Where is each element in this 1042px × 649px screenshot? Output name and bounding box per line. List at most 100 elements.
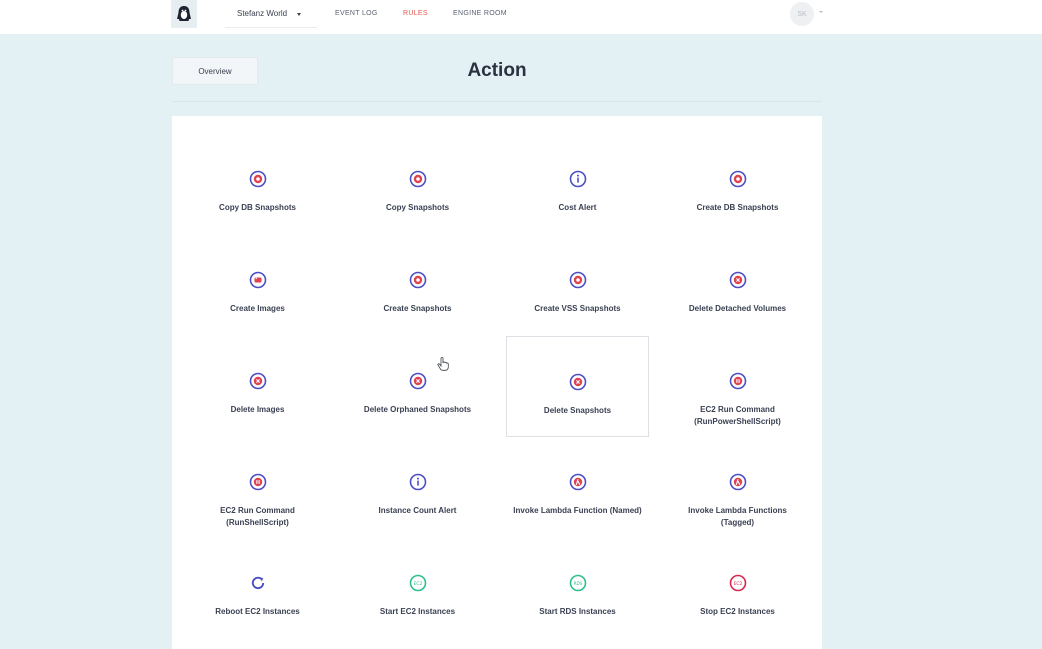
action-label-line: Copy Snapshots	[385, 203, 450, 212]
action-label-line: EC2 Run Command	[700, 405, 775, 414]
snapshot-icon	[409, 271, 427, 289]
delete-icon	[569, 373, 587, 391]
rds-start-icon: RDS	[569, 574, 587, 592]
action-label: EC2 Run Command (RunPowerShellScript)	[690, 404, 785, 428]
action-card-create-snapshots[interactable]: Create Snapshots	[346, 235, 489, 336]
delete-icon	[249, 372, 267, 390]
ec2-start-icon: EC2	[409, 574, 427, 592]
action-label: Invoke Lambda Functions (Tagged)	[684, 505, 791, 529]
action-card-delete-snapshots[interactable]: Delete Snapshots	[506, 336, 649, 437]
action-label: Copy DB Snapshots	[215, 202, 300, 214]
run-command-icon	[729, 372, 747, 390]
chevron-down-icon	[297, 13, 301, 16]
action-card-copy-snapshots[interactable]: Copy Snapshots	[346, 134, 489, 235]
action-label-line: Invoke Lambda Function (Named)	[513, 506, 642, 515]
svg-text:EC2: EC2	[733, 581, 742, 587]
lambda-icon	[569, 473, 587, 491]
action-card-create-db-snapshots[interactable]: Create DB Snapshots	[666, 134, 809, 235]
reboot-icon	[249, 574, 267, 592]
action-card-delete-orphaned-snapshots[interactable]: Delete Orphaned Snapshots	[346, 336, 489, 437]
action-label: Delete Orphaned Snapshots	[360, 404, 475, 416]
action-label: Delete Snapshots	[540, 405, 615, 417]
action-label-line: Create VSS Snapshots	[534, 304, 621, 313]
action-label: Reboot EC2 Instances	[211, 606, 303, 618]
user-avatar[interactable]: SK	[790, 2, 814, 26]
nav-event-log[interactable]: EVENT LOG	[335, 10, 378, 17]
action-label-line: Start EC2 Instances	[379, 607, 456, 616]
action-label: Start EC2 Instances	[376, 606, 459, 618]
action-label-line: Start RDS Instances	[539, 607, 616, 616]
overview-button[interactable]: Overview	[172, 57, 258, 85]
action-card-copy-db-snapshots[interactable]: Copy DB Snapshots	[186, 134, 329, 235]
action-card-ec2-run-command-runpowershellscript[interactable]: EC2 Run Command (RunPowerShellScript)	[666, 336, 809, 437]
action-card-create-vss-snapshots[interactable]: Create VSS Snapshots	[506, 235, 649, 336]
image-icon	[249, 271, 267, 289]
action-card-delete-detached-volumes[interactable]: Delete Detached Volumes	[666, 235, 809, 336]
action-card-start-ec2-instances[interactable]: EC2 Start EC2 Instances	[346, 538, 489, 639]
avatar-chevron-down-icon[interactable]	[819, 11, 823, 13]
action-label: Delete Detached Volumes	[685, 303, 790, 315]
delete-icon	[409, 372, 427, 390]
info-icon	[409, 473, 427, 491]
snapshot-icon	[729, 170, 747, 188]
workspace-selector[interactable]: Stefanz World	[225, 0, 317, 28]
action-label-subline: (RunShellScript)	[226, 518, 289, 527]
action-card-create-images[interactable]: Create Images	[186, 235, 329, 336]
svg-text:RDS: RDS	[573, 581, 582, 586]
action-label-line: Delete Snapshots	[543, 406, 612, 415]
action-card-ec2-run-command-runshellscript[interactable]: EC2 Run Command (RunShellScript)	[186, 437, 329, 538]
overview-label: Overview	[198, 66, 232, 76]
action-card-invoke-lambda-functions-tagged[interactable]: Invoke Lambda Functions (Tagged)	[666, 437, 809, 538]
action-label: Create Images	[226, 303, 289, 315]
action-label-line: Delete Detached Volumes	[688, 304, 787, 313]
action-label-line: Instance Count Alert	[378, 506, 457, 515]
nav-engine-room[interactable]: ENGINE ROOM	[453, 10, 507, 17]
action-card-stop-ec2-instances[interactable]: EC2 Stop EC2 Instances	[666, 538, 809, 639]
divider	[172, 101, 822, 102]
action-label: Instance Count Alert	[375, 505, 461, 517]
action-label: EC2 Run Command (RunShellScript)	[216, 505, 299, 529]
action-card-invoke-lambda-function-named[interactable]: Invoke Lambda Function (Named)	[506, 437, 649, 538]
lambda-icon	[729, 473, 747, 491]
action-label-line: EC2 Run Command	[220, 506, 295, 515]
action-label: Start RDS Instances	[535, 606, 619, 618]
snapshot-icon	[569, 271, 587, 289]
action-label-line: Stop EC2 Instances	[700, 607, 775, 616]
action-label: Stop EC2 Instances	[696, 606, 779, 618]
snapshot-icon	[249, 170, 267, 188]
action-label-line: Reboot EC2 Instances	[215, 607, 300, 616]
action-grid: Copy DB Snapshots Copy Snapshots Cost Aler…	[172, 116, 822, 649]
action-card-cost-alert[interactable]: Cost Alert	[506, 134, 649, 235]
action-label: Delete Images	[227, 404, 289, 416]
action-label-subline: (RunPowerShellScript)	[694, 417, 781, 426]
top-bar: Stefanz World EVENT LOG RULES ENGINE ROO…	[0, 0, 1042, 34]
action-label-subline: (Tagged)	[720, 518, 755, 527]
workspace-name: Stefanz World	[237, 9, 288, 18]
run-command-icon	[249, 473, 267, 491]
action-label: Create Snapshots	[379, 303, 455, 315]
delete-icon	[729, 271, 747, 289]
action-label: Create DB Snapshots	[693, 202, 783, 214]
action-card-instance-count-alert[interactable]: Instance Count Alert	[346, 437, 489, 538]
nav-rules[interactable]: RULES	[403, 10, 428, 17]
action-card-delete-images[interactable]: Delete Images	[186, 336, 329, 437]
hand-cursor-icon	[437, 357, 449, 371]
action-label-line: Copy DB Snapshots	[219, 203, 296, 212]
action-card-reboot-ec2-instances[interactable]: Reboot EC2 Instances	[186, 538, 329, 639]
action-label: Copy Snapshots	[382, 202, 453, 214]
page-title: Action	[467, 60, 527, 81]
action-label: Invoke Lambda Function (Named)	[509, 505, 645, 517]
action-label: Cost Alert	[555, 202, 601, 214]
action-label-line: Create Images	[230, 304, 285, 313]
action-label: Create VSS Snapshots	[530, 303, 624, 315]
action-label-line: Cost Alert	[558, 203, 597, 212]
action-label-line: Create DB Snapshots	[696, 203, 779, 212]
penguin-logo-icon	[177, 6, 191, 21]
action-label-line: Create Snapshots	[383, 304, 452, 313]
app-logo[interactable]	[171, 0, 197, 28]
ec2-stop-icon: EC2	[729, 574, 747, 592]
snapshot-icon	[409, 170, 427, 188]
svg-text:EC2: EC2	[413, 581, 422, 587]
action-card-start-rds-instances[interactable]: RDS Start RDS Instances	[506, 538, 649, 639]
info-icon	[569, 170, 587, 188]
